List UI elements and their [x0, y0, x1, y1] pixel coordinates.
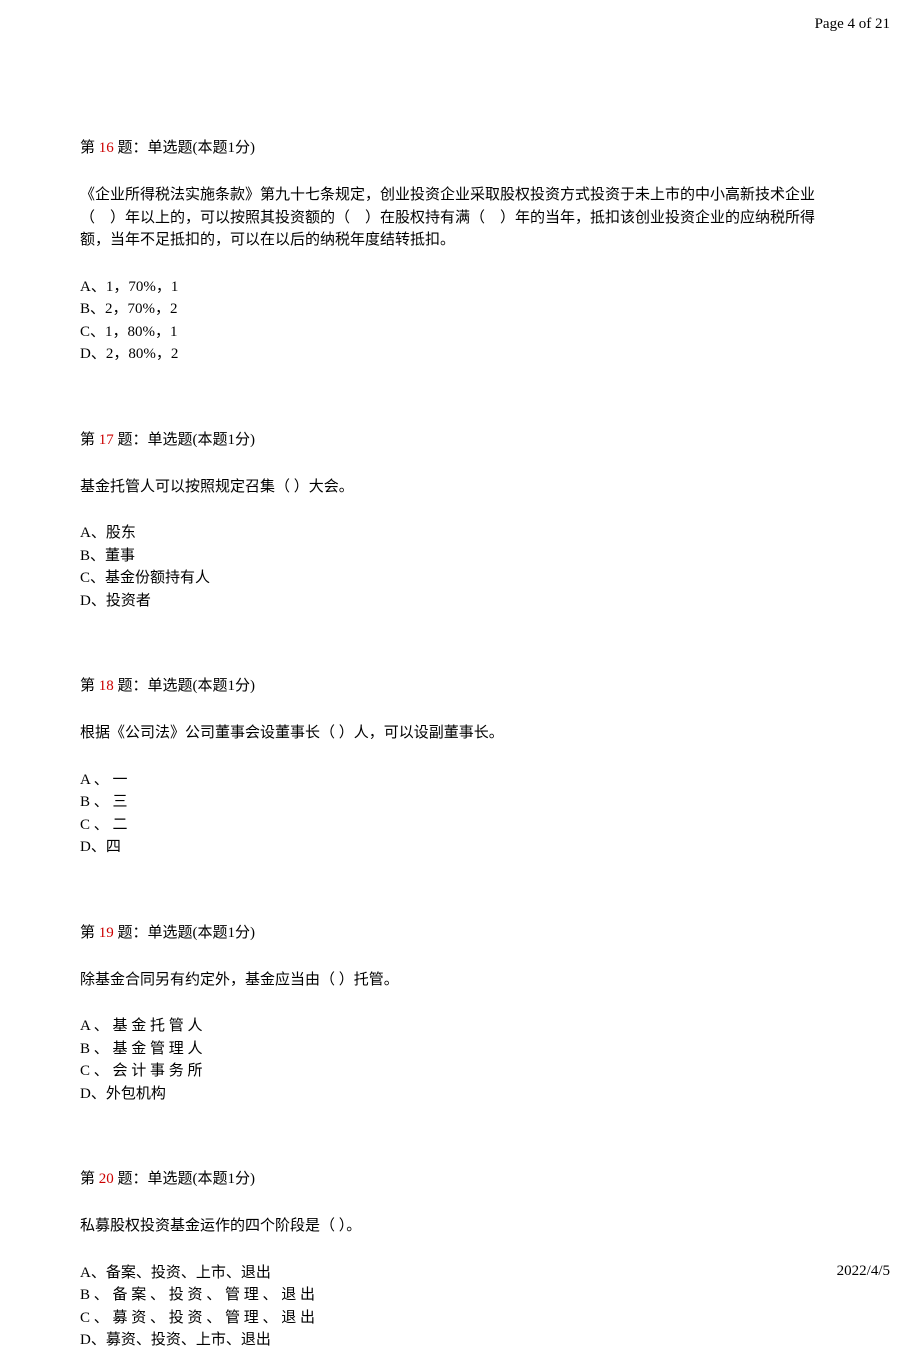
- q-number: 19: [99, 925, 114, 941]
- q-number: 17: [99, 432, 114, 448]
- q-number: 20: [99, 1171, 114, 1187]
- option-d: D、投资者: [80, 590, 840, 613]
- options: A、1，70%，1 B、2，70%，2 C、1，80%，1 D、2，80%，2: [80, 276, 840, 366]
- q-prefix: 第: [80, 140, 99, 156]
- option-b: B 、 三: [80, 791, 840, 814]
- q-prefix: 第: [80, 432, 99, 448]
- q-prefix: 第: [80, 1171, 99, 1187]
- question-16: 第 16 题：单选题(本题1分) 《企业所得税法实施条款》第九十七条规定，创业投…: [80, 136, 840, 366]
- page-header: Page 4 of 21: [0, 0, 920, 36]
- question-header: 第 17 题：单选题(本题1分): [80, 428, 840, 452]
- q-prefix: 第: [80, 925, 99, 941]
- option-b: B 、 备 案 、 投 资 、 管 理 、 退 出: [80, 1284, 840, 1307]
- question-text: 基金托管人可以按照规定召集（ ）大会。: [80, 476, 840, 499]
- option-b: B 、 基 金 管 理 人: [80, 1038, 840, 1061]
- options: A 、 基 金 托 管 人 B 、 基 金 管 理 人 C 、 会 计 事 务 …: [80, 1015, 840, 1105]
- option-a: A 、 一: [80, 769, 840, 792]
- question-header: 第 18 题：单选题(本题1分): [80, 674, 840, 698]
- question-header: 第 20 题：单选题(本题1分): [80, 1167, 840, 1191]
- options: A 、 一 B 、 三 C 、 二 D、四: [80, 769, 840, 859]
- question-text: 私募股权投资基金运作的四个阶段是（ ）。: [80, 1215, 840, 1238]
- q-suffix: 题：单选题(本题1分): [114, 678, 255, 694]
- question-text: 根据《公司法》公司董事会设董事长（ ）人，可以设副董事长。: [80, 722, 840, 745]
- q-suffix: 题：单选题(本题1分): [114, 140, 255, 156]
- option-a: A、备案、投资、上市、退出: [80, 1262, 840, 1285]
- option-d: D、四: [80, 836, 840, 859]
- option-d: D、外包机构: [80, 1083, 840, 1106]
- options: A、备案、投资、上市、退出 B 、 备 案 、 投 资 、 管 理 、 退 出 …: [80, 1262, 840, 1352]
- question-18: 第 18 题：单选题(本题1分) 根据《公司法》公司董事会设董事长（ ）人，可以…: [80, 674, 840, 859]
- option-a: A、股东: [80, 522, 840, 545]
- option-a: A、1，70%，1: [80, 276, 840, 299]
- question-header: 第 19 题：单选题(本题1分): [80, 921, 840, 945]
- q-number: 16: [99, 140, 114, 156]
- q-prefix: 第: [80, 678, 99, 694]
- option-c: C、基金份额持有人: [80, 567, 840, 590]
- option-c: C 、 募 资 、 投 资 、 管 理 、 退 出: [80, 1307, 840, 1330]
- options: A、股东 B、董事 C、基金份额持有人 D、投资者: [80, 522, 840, 612]
- q-suffix: 题：单选题(本题1分): [114, 925, 255, 941]
- question-20: 第 20 题：单选题(本题1分) 私募股权投资基金运作的四个阶段是（ ）。 A、…: [80, 1167, 840, 1352]
- question-17: 第 17 题：单选题(本题1分) 基金托管人可以按照规定召集（ ）大会。 A、股…: [80, 428, 840, 613]
- page-info: Page 4 of 21: [815, 16, 890, 32]
- option-c: C、1，80%，1: [80, 321, 840, 344]
- option-d: D、2，80%，2: [80, 343, 840, 366]
- q-number: 18: [99, 678, 114, 694]
- question-text: 除基金合同另有约定外，基金应当由（ ）托管。: [80, 969, 840, 992]
- question-19: 第 19 题：单选题(本题1分) 除基金合同另有约定外，基金应当由（ ）托管。 …: [80, 921, 840, 1106]
- option-c: C 、 二: [80, 814, 840, 837]
- q-suffix: 题：单选题(本题1分): [114, 432, 255, 448]
- option-c: C 、 会 计 事 务 所: [80, 1060, 840, 1083]
- option-d: D、募资、投资、上市、退出: [80, 1329, 840, 1352]
- option-b: B、董事: [80, 545, 840, 568]
- footer-date: 2022/4/5: [837, 1263, 890, 1279]
- option-b: B、2，70%，2: [80, 298, 840, 321]
- option-a: A 、 基 金 托 管 人: [80, 1015, 840, 1038]
- q-suffix: 题：单选题(本题1分): [114, 1171, 255, 1187]
- page-footer: 2022/4/5: [837, 1259, 890, 1283]
- question-text: 《企业所得税法实施条款》第九十七条规定，创业投资企业采取股权投资方式投资于未上市…: [80, 184, 840, 252]
- question-header: 第 16 题：单选题(本题1分): [80, 136, 840, 160]
- content-area: 第 16 题：单选题(本题1分) 《企业所得税法实施条款》第九十七条规定，创业投…: [0, 36, 920, 1352]
